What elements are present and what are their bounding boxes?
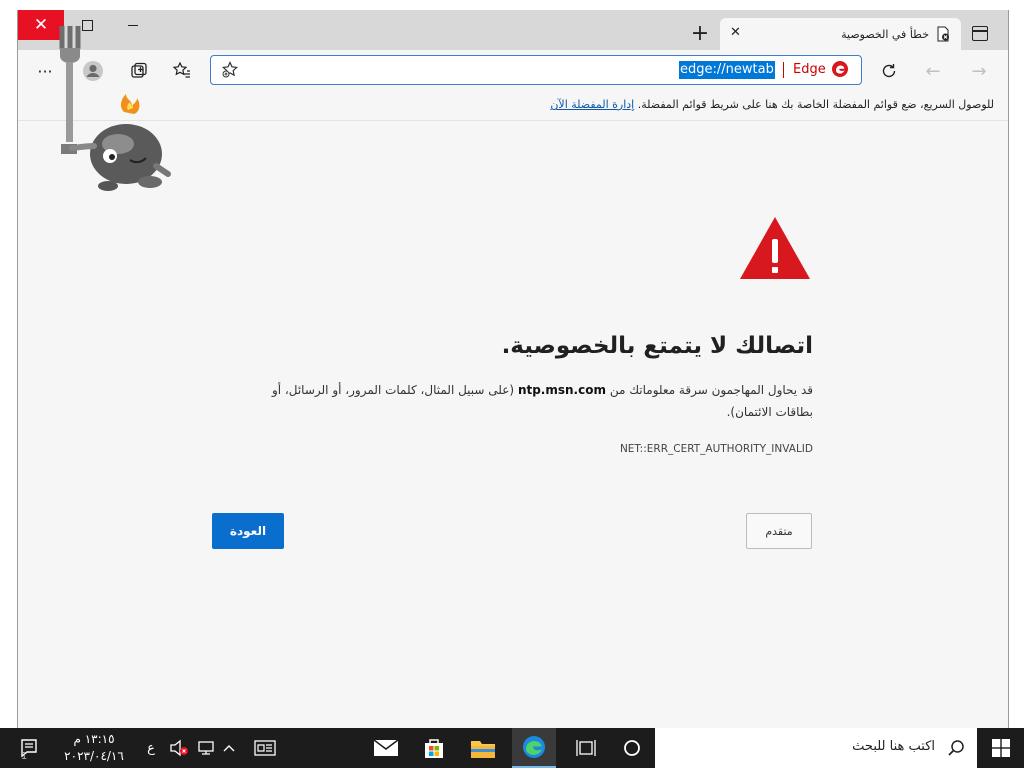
edge-icon [523,736,545,758]
new-tab-button[interactable]: + [686,22,714,46]
error-page: اتصالك لا يتمتع بالخصوصية. قد يحاول المه… [18,121,1008,728]
tab-title: خطأ في الخصوصية [841,27,929,41]
edge-site-label: Edge [793,62,826,77]
back-button[interactable]: ← [922,60,944,82]
cortana-button[interactable] [612,728,652,768]
folder-icon [471,741,495,758]
error-code: NET::ERR_CERT_AUTHORITY_INVALID [619,443,813,455]
show-hidden-icons-button[interactable] [218,728,240,768]
store-icon [425,739,443,758]
clock-time: ١٣:١٥ م [73,732,115,746]
taskbar: 1 ١٣:١٥ م ٢٠٢٣/٠٤/١٦ ع اكتب هنا للبحث [0,728,1024,768]
mail-icon [373,739,399,756]
news-icon [254,740,276,756]
manage-favorites-link[interactable]: إدارة المفضلة الآن [550,98,634,111]
notification-count: 1 [20,750,28,762]
tab-privacy-error[interactable]: خطأ في الخصوصية ✕ [720,18,961,50]
edge-warning-icon [832,61,848,77]
file-explorer-taskbar-button[interactable] [462,728,504,768]
go-back-button[interactable]: العودة [212,513,284,549]
address-input[interactable]: edge://newtab [679,61,775,79]
more-options-button[interactable]: ··· [34,60,56,82]
task-view-button[interactable] [566,728,606,768]
chevron-up-icon [223,745,235,752]
advanced-button[interactable]: متقدم [746,513,812,549]
mascot-character-icon [59,26,171,191]
add-favorite-icon[interactable] [221,61,239,79]
search-placeholder: اكتب هنا للبحث [852,739,935,754]
system-clock[interactable]: ١٣:١٥ م ٢٠٢٣/٠٤/١٦ [54,731,134,765]
network-icon [198,741,214,755]
refresh-icon [882,64,896,78]
forward-button[interactable]: → [968,60,990,82]
network-button[interactable] [194,728,218,768]
task-view-icon [576,740,596,756]
tab-actions-menu-icon[interactable] [972,26,988,41]
volume-muted-icon [170,739,188,757]
search-icon [948,740,964,756]
error-description: قد يحاول المهاجمون سرقة معلوماتك من ntp.… [243,379,813,423]
address-separator [783,62,784,78]
error-body-prefix: قد يحاول المهاجمون سرقة معلوماتك من [609,383,813,397]
edge-taskbar-button[interactable] [512,728,556,768]
cortana-circle-icon [624,740,640,756]
language-indicator[interactable]: ع [140,728,162,768]
error-host: ntp.msn.com [517,383,606,397]
mail-taskbar-button[interactable] [366,728,406,768]
start-button[interactable] [977,728,1024,768]
taskbar-search-box[interactable]: اكتب هنا للبحث [655,728,977,768]
desktop-background [1007,0,1024,728]
document-error-icon [937,26,949,42]
volume-button[interactable] [166,728,192,768]
favorites-bar-message: للوصول السريع، ضع قوائم المفضلة الخاصة ب… [550,98,994,111]
store-taskbar-button[interactable] [414,728,454,768]
windows-logo-icon [991,739,1010,757]
refresh-button[interactable] [878,60,900,82]
warning-icon [740,217,810,279]
tab-close-button[interactable]: ✕ [730,25,741,40]
address-bar[interactable]: edge://newtab Edge [210,55,862,85]
browser-window: ✕ + خطأ في الخصوصية ✕ ··· edge://newtab … [17,10,1009,728]
favorites-bar-text: للوصول السريع، ضع قوائم المفضلة الخاصة ب… [637,98,994,111]
news-widget-button[interactable] [250,728,280,768]
error-title: اتصالك لا يتمتع بالخصوصية. [501,333,813,359]
clock-date: ٢٠٢٣/٠٤/١٦ [64,749,124,763]
